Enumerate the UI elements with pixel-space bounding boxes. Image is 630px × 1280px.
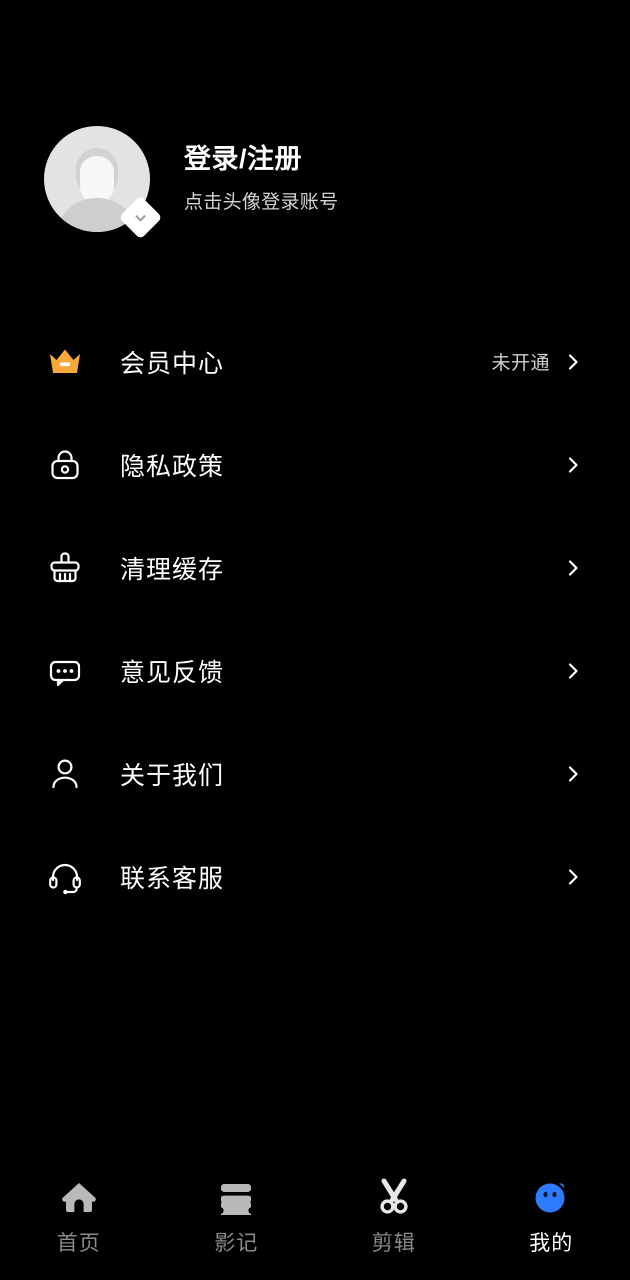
headset-icon	[44, 856, 86, 898]
nav-tab-home[interactable]: 首页	[0, 1176, 158, 1257]
login-hint-text: 点击头像登录账号	[184, 191, 339, 213]
nav-tab-film-log[interactable]: 影记	[158, 1176, 316, 1257]
chevron-right-icon[interactable]	[562, 351, 584, 373]
chevron-right-icon[interactable]	[562, 454, 584, 476]
menu-item-about-us[interactable]: 关于我们	[0, 722, 630, 825]
nav-tab-label: 影记	[214, 1232, 259, 1255]
avatar[interactable]	[44, 126, 163, 240]
chevron-right-icon[interactable]	[562, 557, 584, 579]
menu-item-clear-cache[interactable]: 清理缓存	[0, 516, 630, 619]
membership-status-badge: 未开通	[491, 353, 550, 374]
nav-tab-edit[interactable]: 剪辑	[315, 1176, 473, 1257]
chevron-right-icon[interactable]	[562, 763, 584, 785]
lock-icon	[44, 444, 86, 486]
nav-tab-mine[interactable]: 我的	[473, 1176, 630, 1257]
chevron-right-icon[interactable]	[562, 660, 584, 682]
menu-item-label: 会员中心	[120, 349, 225, 378]
profile-screen: 登录/注册 点击头像登录账号 会员中心 未开通 隐私政策 清理缓存 意见反馈 关…	[0, 0, 630, 1280]
nav-tab-label: 剪辑	[371, 1232, 416, 1255]
menu-item-contact-support[interactable]: 联系客服	[0, 825, 630, 928]
home-icon	[59, 1176, 99, 1218]
menu-item-label: 隐私政策	[120, 452, 225, 481]
profile-text: 登录/注册 点击头像登录账号	[184, 144, 338, 213]
menu-item-privacy-policy[interactable]: 隐私政策	[0, 413, 630, 516]
profile-header[interactable]: 登录/注册 点击头像登录账号	[0, 124, 630, 240]
broom-icon	[44, 547, 86, 589]
person-icon	[44, 753, 86, 795]
film-ticket-icon	[216, 1176, 256, 1218]
message-icon	[44, 650, 86, 692]
crown-icon	[44, 341, 86, 383]
menu-item-label: 意见反馈	[120, 658, 225, 687]
nav-tab-label: 首页	[56, 1232, 101, 1255]
menu-item-label: 清理缓存	[120, 555, 225, 584]
settings-menu-list: 会员中心 未开通 隐私政策 清理缓存 意见反馈 关于我们 联系客服	[0, 310, 630, 928]
bottom-navigation-bar: 首页 影记 剪辑 我的	[0, 1162, 630, 1280]
scissors-icon	[374, 1176, 414, 1218]
login-register-title[interactable]: 登录/注册	[184, 144, 338, 175]
profile-face-icon	[531, 1176, 571, 1218]
nav-tab-label: 我的	[529, 1232, 574, 1255]
chevron-right-icon[interactable]	[562, 866, 584, 888]
menu-item-label: 关于我们	[120, 761, 225, 790]
menu-item-label: 联系客服	[120, 864, 225, 893]
menu-item-feedback[interactable]: 意见反馈	[0, 619, 630, 722]
menu-item-membership[interactable]: 会员中心 未开通	[0, 310, 630, 413]
